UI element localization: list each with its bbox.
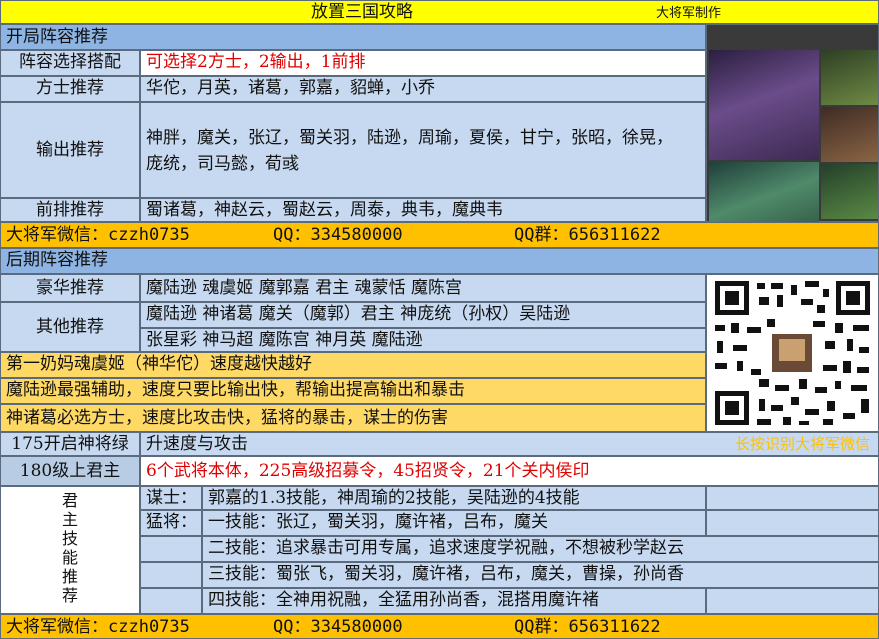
contact-bar-bottom: 大将军微信：czzh0735 QQ：334580000 QQ群：65631162… xyxy=(0,614,879,639)
label-other: 其他推荐 xyxy=(0,302,140,352)
note-support: 魔陆逊最强辅助，速度只要比输出快，帮输出提高输出和暴击 xyxy=(0,378,706,404)
label-other-text: 其他推荐 xyxy=(36,317,104,337)
warrior-skill-4: 四技能：全神用祝融，全猛用孙尚香，混搭用魔许褚 xyxy=(202,588,706,614)
skills-side-cell xyxy=(706,486,879,510)
label-dps: 输出推荐 xyxy=(0,102,140,198)
warrior-skill-1: 一技能：张辽，蜀关羽，魔许褚，吕布，魔关 xyxy=(202,510,706,536)
value-level-175: 升速度与攻击 长按识别大将军微信 xyxy=(140,432,879,456)
value-level-180: 6个武将本体，225高级招募令，45招贤令，21个关内侯印 xyxy=(140,456,879,486)
warrior-skill-indent xyxy=(140,536,202,562)
wechat-contact: 大将军微信：czzh0735 xyxy=(6,617,190,637)
guide-sheet: 放置三国攻略 大将军制作 开局阵容推荐 阵容选择搭配 可选择2方士，2输出，1前… xyxy=(0,0,879,639)
author-credit: 大将军制作 xyxy=(656,5,722,20)
value-strategist: 华佗，月英，诸葛，郭嘉，貂蝉，小乔 xyxy=(140,76,706,102)
warrior-skill-label: 猛将： xyxy=(140,510,202,536)
qq-contact: QQ：334580000 xyxy=(273,617,403,637)
label-strategist: 方士推荐 xyxy=(0,76,140,102)
lord-skills-label: 君 主 技 能 推 荐 xyxy=(0,486,140,614)
label-lineup-combo: 阵容选择搭配 xyxy=(0,50,140,76)
lord-skills-char: 推 xyxy=(61,567,78,586)
hero-card-image xyxy=(709,50,819,160)
game-screenshot-collage xyxy=(706,24,879,246)
warrior-skill-indent xyxy=(140,562,202,588)
hero-card-image xyxy=(821,107,878,162)
label-level-175: 175开启神将绿 xyxy=(0,432,140,456)
value-front: 蜀诸葛，神赵云，蜀赵云，周泰，典韦，魔典韦 xyxy=(140,198,706,222)
label-front: 前排推荐 xyxy=(0,198,140,222)
skills-side-cell xyxy=(706,588,879,614)
label-dps-text: 输出推荐 xyxy=(36,140,104,160)
qq-contact: QQ：334580000 xyxy=(273,225,403,245)
value-other-line2: 张星彩 神马超 魔陈宫 神月英 魔陆逊 xyxy=(140,328,706,352)
lord-skills-char: 能 xyxy=(61,548,78,567)
section-header-opening: 开局阵容推荐 xyxy=(0,24,706,50)
lord-skills-label-column: 君 主 技 能 推 荐 xyxy=(1,491,139,605)
title-bar: 放置三国攻略 大将军制作 xyxy=(0,0,879,24)
lord-skills-char: 荐 xyxy=(61,586,78,605)
warrior-skill-indent xyxy=(140,588,202,614)
lord-skills-char: 技 xyxy=(61,529,78,548)
qr-code-pattern xyxy=(715,281,870,425)
skills-side-cell xyxy=(706,510,879,536)
wechat-qr-code[interactable] xyxy=(706,274,879,432)
lord-skills-char: 君 xyxy=(61,491,78,510)
strategist-skill-label: 谋士： xyxy=(140,486,202,510)
section-header-late: 后期阵容推荐 xyxy=(0,248,879,274)
value-dps-line1: 神胖，魔关，张辽，蜀关羽，陆逊，周瑜，夏侯，甘宁，张昭，徐晃， xyxy=(146,128,673,148)
value-level-175-text: 升速度与攻击 xyxy=(146,434,248,454)
contact-bar-top: 大将军微信：czzh0735 QQ：334580000 QQ群：65631162… xyxy=(0,222,879,248)
value-dps: 神胖，魔关，张辽，蜀关羽，陆逊，周瑜，夏侯，甘宁，张昭，徐晃， 庞统，司马懿，荀… xyxy=(140,102,706,198)
value-other-line1: 魔陆逊 神诸葛 魔关（魔郭）君主 神庞统（孙权）吴陆逊 xyxy=(140,302,706,328)
warrior-skill-2: 二技能：追求暴击可用专属，追求速度学祝融，不想被秒学赵云 xyxy=(202,536,879,562)
value-dps-line2: 庞统，司马懿，荀彧 xyxy=(146,154,299,174)
label-level-180: 180级上君主 xyxy=(0,456,140,486)
hero-card-image xyxy=(821,164,878,219)
value-lineup-combo: 可选择2方士，2输出，1前排 xyxy=(140,50,706,76)
strategist-skill-value: 郭嘉的1.3技能，神周瑜的2技能，吴陆逊的4技能 xyxy=(202,486,706,510)
page-title: 放置三国攻略 xyxy=(311,2,413,22)
lord-skills-char: 主 xyxy=(61,510,78,529)
qr-hint-text: 长按识别大将军微信 xyxy=(734,436,870,453)
label-luxury: 豪华推荐 xyxy=(0,274,140,302)
wechat-contact: 大将军微信：czzh0735 xyxy=(6,225,190,245)
warrior-skill-3: 三技能：蜀张飞，蜀关羽，魔许褚，吕布，魔关，曹操，孙尚香 xyxy=(202,562,879,588)
qq-group-contact: QQ群：656311622 xyxy=(514,225,661,245)
qq-group-contact: QQ群：656311622 xyxy=(514,617,661,637)
note-strategist: 神诸葛必选方士，速度比攻击快，猛将的暴击，谋士的伤害 xyxy=(0,404,706,432)
note-healer: 第一奶妈魂虞姬（神华佗）速度越快越好 xyxy=(0,352,706,378)
hero-card-image xyxy=(821,50,878,105)
value-luxury: 魔陆逊 魂虞姬 魔郭嘉 君主 魂蒙恬 魔陈宫 xyxy=(140,274,706,302)
